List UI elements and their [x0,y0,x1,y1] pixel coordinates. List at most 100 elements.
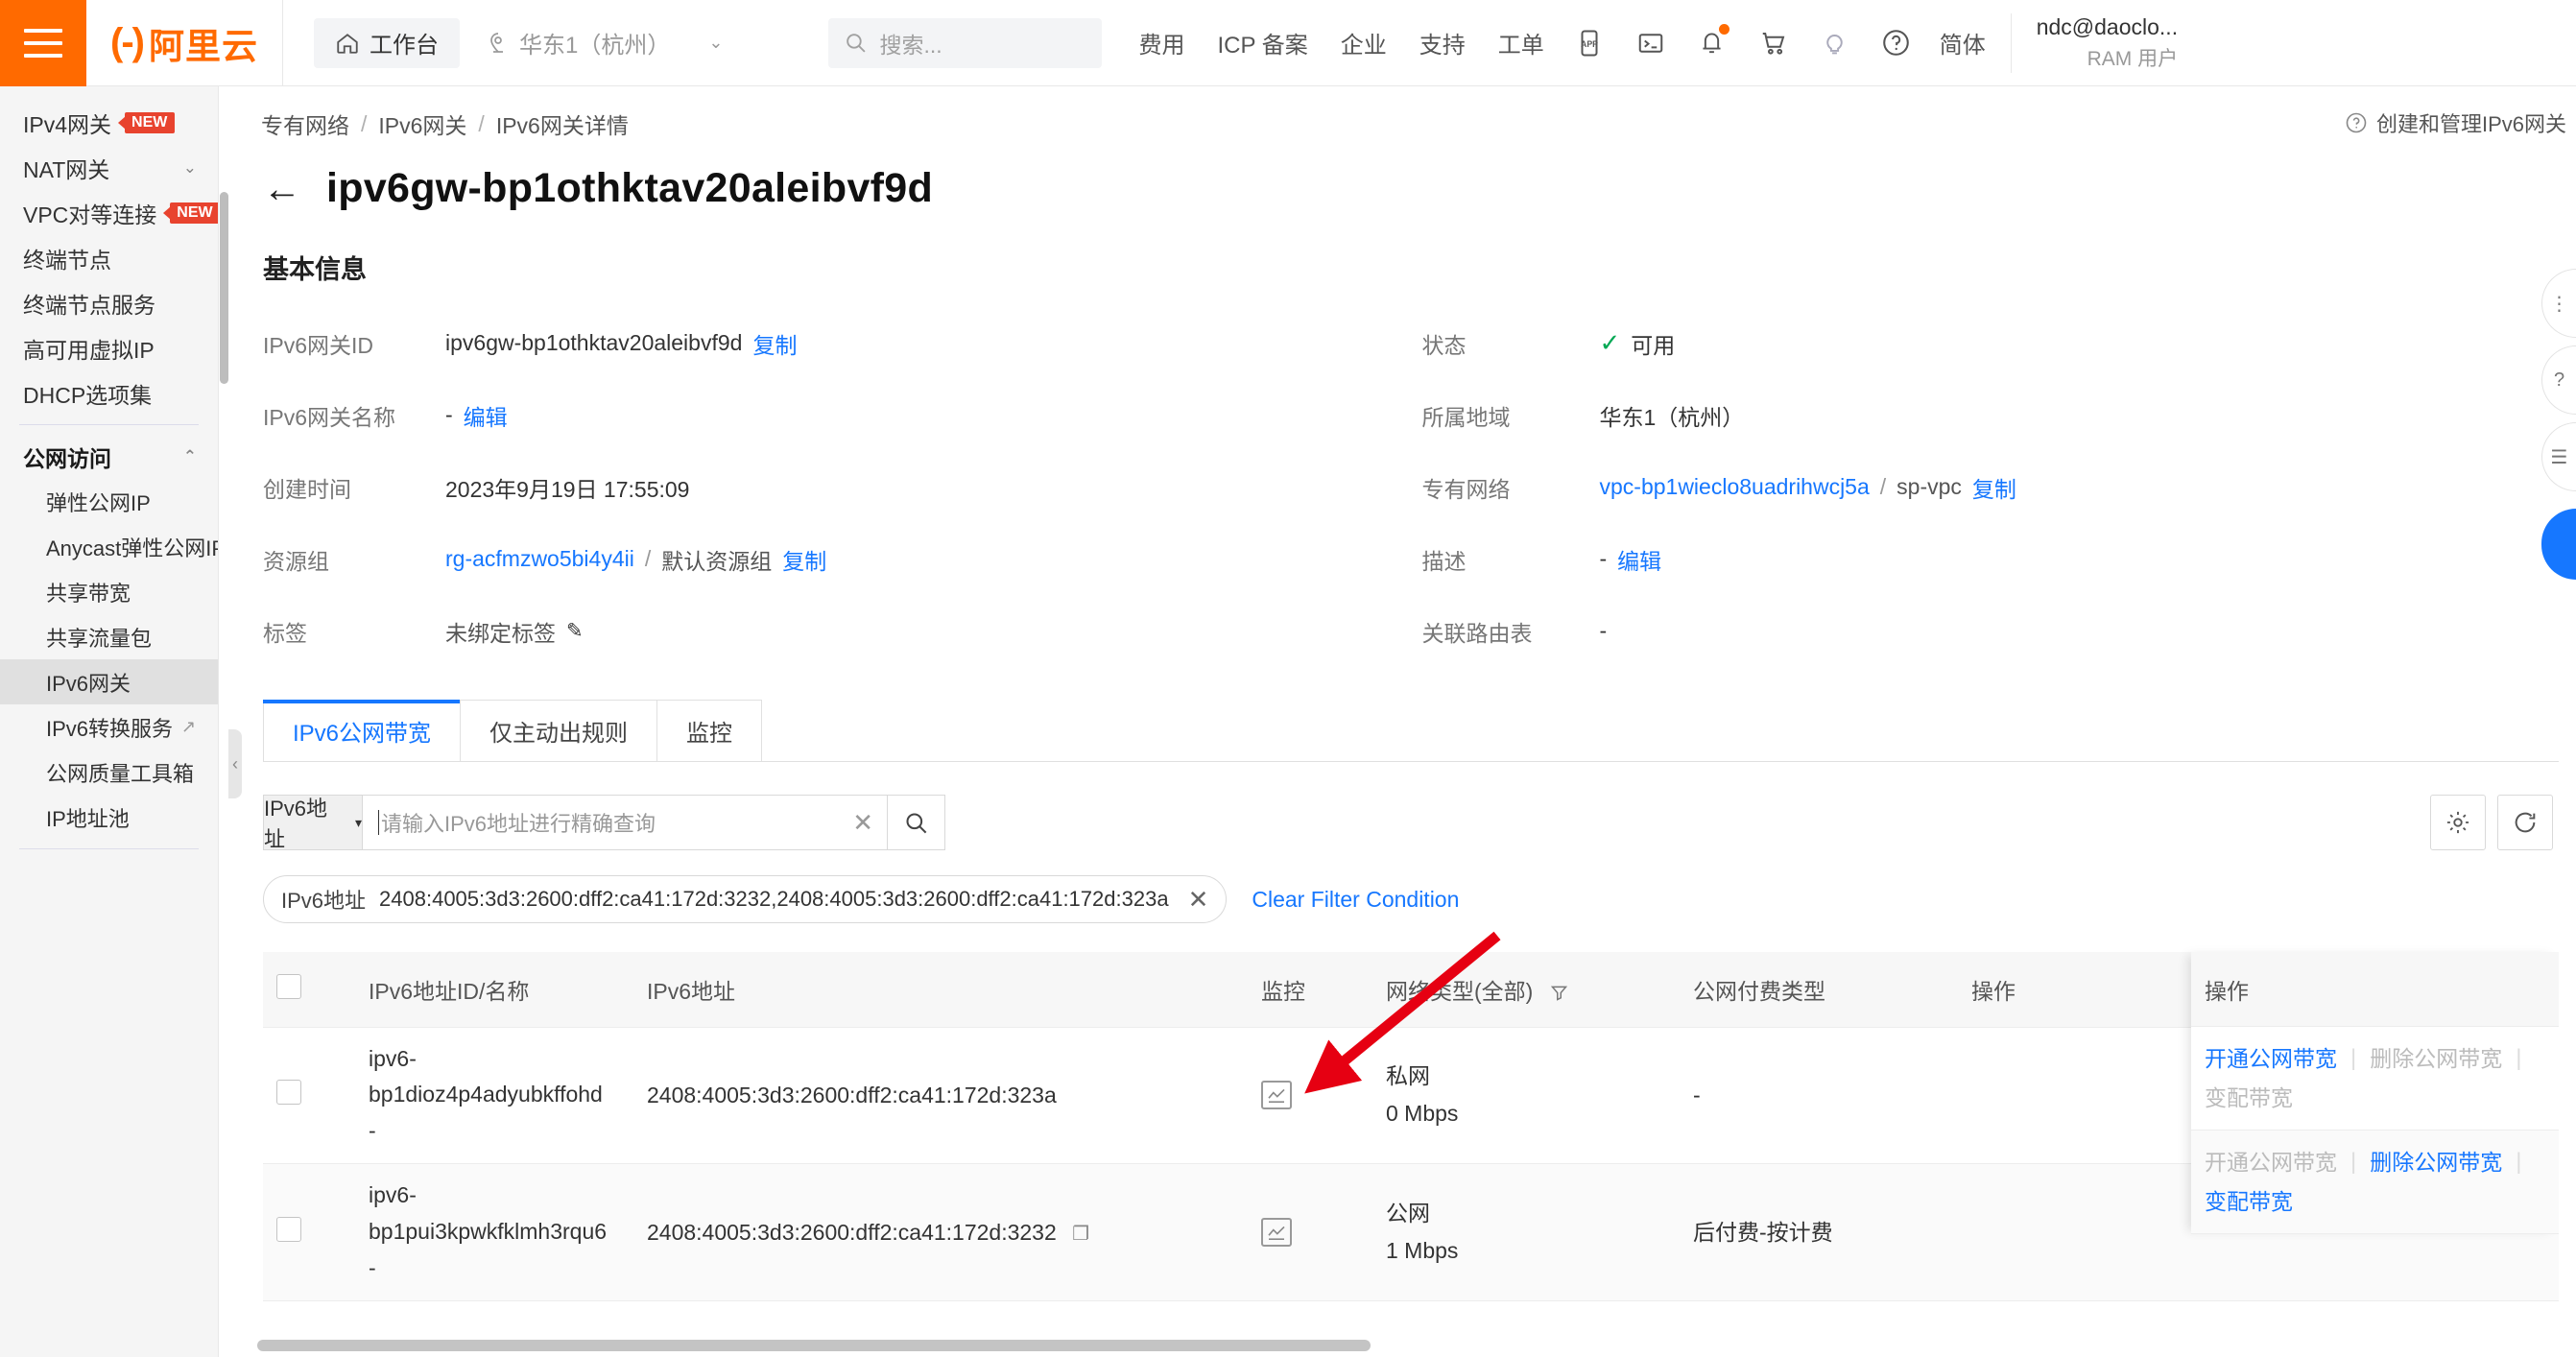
sidebar-item-nat-gateway[interactable]: NAT网关 ⌄ [0,145,218,190]
sidebar-item-shared-bandwidth[interactable]: 共享带宽 [0,569,218,614]
row-checkbox[interactable] [276,1080,301,1106]
sidebar-item-eip[interactable]: 弹性公网IP [0,479,218,524]
table-refresh-button[interactable] [2497,795,2553,850]
sidebar-item-ha-vip[interactable]: 高可用虚拟IP [0,325,218,370]
close-icon[interactable]: ✕ [852,808,873,838]
search-input[interactable]: 请输入IPv6地址进行精确查询 ✕ [362,795,887,850]
edit-gateway-name-button[interactable]: 编辑 [464,399,508,432]
sidebar-item-dhcp-options[interactable]: DHCP选项集 [0,370,218,416]
help-icon[interactable] [1880,27,1913,60]
user-account-menu[interactable]: ndc@daoclo... RAM 用户 [2010,12,2178,73]
sidebar-item-endpoint-service[interactable]: 终端节点服务 [0,280,218,325]
sidebar-item-ipv6-translation[interactable]: IPv6转换服务 ↗ [0,704,218,750]
filter-chip-ipv6-address[interactable]: IPv6地址 2408:4005:3d3:2600:dff2:ca41:172d… [263,875,1228,923]
info-value-region: 华东1（杭州） [1599,404,1745,430]
tab-ipv6-public-bandwidth[interactable]: IPv6公网带宽 [263,700,462,761]
action-separator: | [2350,1149,2357,1176]
location-pin-icon [490,32,503,53]
sidebar-item-ip-address-pool[interactable]: IP地址池 [0,795,218,840]
brand-logo[interactable]: (-) 阿里云 [86,0,283,86]
chart-icon[interactable] [1261,1218,1292,1248]
cart-icon[interactable] [1757,27,1790,60]
app-icon[interactable]: APP [1573,27,1606,60]
scrollbar-thumb[interactable] [257,1340,1371,1351]
copy-icon[interactable]: ❐ [1072,1224,1089,1245]
sticky-actions-cell: 开通公网带宽 | 删除公网带宽 | 变配带宽 [2191,1027,2559,1131]
sidebar-item-ipv4-gateway[interactable]: IPv4网关 NEW [0,100,218,145]
help-doc-link[interactable]: 创建和管理IPv6网关 [2345,107,2566,138]
basic-info-grid: IPv6网关ID ipv6gw-bp1othktav20aleibvf9d 复制… [242,307,2576,667]
copy-vpc-button[interactable]: 复制 [1972,471,2016,504]
info-value-resource-group: rg-acfmzwo5bi4y4ii / 默认资源组 复制 [445,523,1422,595]
global-search-input[interactable]: 搜索... [828,17,1103,68]
enable-public-bandwidth-button[interactable]: 开通公网带宽 [2205,1039,2337,1078]
nav-link-support[interactable]: 支持 [1419,26,1466,60]
nav-link-enterprise[interactable]: 企业 [1341,26,1387,60]
edit-description-button[interactable]: 编辑 [1617,543,1661,576]
bell-icon[interactable] [1696,23,1729,60]
nav-link-fee[interactable]: 费用 [1138,26,1184,60]
table-settings-button[interactable] [2430,795,2486,850]
info-label-vpc: 专有网络 [1421,476,1511,502]
copy-resource-group-button[interactable]: 复制 [782,543,826,576]
chart-icon[interactable] [1261,1081,1292,1110]
sidebar-collapse-handle[interactable]: ‹ [228,729,242,798]
chevron-down-icon: ▾ [354,814,362,830]
select-all-header [263,952,355,1028]
sidebar-item-anycast-eip[interactable]: Anycast弹性公网IP [0,524,218,569]
sidebar-group-public-access[interactable]: 公网访问 ⌃ [0,434,218,479]
sidebar-item-label: DHCP选项集 [23,382,153,408]
resource-group-id-link[interactable]: rg-acfmzwo5bi4y4ii [445,546,634,572]
sidebar-item-shared-traffic[interactable]: 共享流量包 [0,614,218,659]
language-switcher[interactable]: 简体 [1940,26,1986,60]
select-all-checkbox[interactable] [276,973,301,999]
cell-billing: - [1680,1027,1958,1165]
top-header: (-) 阿里云 工作台 华东1（杭州） ⌄ 搜索... 费用 ICP 备案 企业… [0,0,2576,86]
vpc-id-link[interactable]: vpc-bp1wieclo8uadrihwcj5a [1600,474,1870,500]
cell-id-name: ipv6-bp1pui3kpwkfklmh3rqu6 - [355,1163,633,1302]
cell-monitor [1248,1027,1372,1165]
nav-link-icp[interactable]: ICP 备案 [1217,26,1307,60]
lightbulb-icon[interactable] [1819,27,1851,60]
modify-bandwidth-button[interactable]: 变配带宽 [2205,1182,2293,1221]
menu-toggle-button[interactable] [0,0,86,86]
sidebar-item-network-quality-toolbox[interactable]: 公网质量工具箱 [0,750,218,795]
info-label-route-table: 关联路由表 [1421,620,1533,646]
action-separator: | [2350,1045,2357,1072]
filter-icon[interactable] [1549,983,1569,1003]
breadcrumb-separator: / [361,110,368,136]
sidebar-item-vpc-peering[interactable]: VPC对等连接 NEW [0,190,218,235]
terminal-icon[interactable] [1634,27,1667,60]
breadcrumb-item-detail[interactable]: IPv6网关详情 [496,107,629,140]
search-toolbar: IPv6地址 ▾ 请输入IPv6地址进行精确查询 ✕ [263,795,2576,851]
breadcrumb-item-vpc[interactable]: 专有网络 [261,107,349,140]
search-submit-button[interactable] [887,795,945,850]
row-checkbox[interactable] [276,1217,301,1243]
description-text: - [1599,546,1608,571]
search-field-select[interactable]: IPv6地址 ▾ [263,795,362,851]
info-label-create-time: 创建时间 [263,476,351,502]
back-arrow-icon[interactable]: ← [263,170,301,208]
tab-monitor[interactable]: 监控 [656,700,763,761]
close-icon[interactable]: ✕ [1188,885,1209,915]
delete-public-bandwidth-button[interactable]: 删除公网带宽 [2370,1143,2502,1181]
clear-filter-condition-button[interactable]: Clear Filter Condition [1252,887,1459,913]
info-label-tags: 标签 [263,620,307,646]
breadcrumb: 专有网络 / IPv6网关 / IPv6网关详情 [242,86,2576,140]
sidebar-divider [19,848,199,849]
column-header-net-type-label: 网络类型(全部) [1386,978,1534,1004]
region-selector[interactable]: 华东1（杭州） ⌄ [487,18,723,68]
breadcrumb-item-ipv6-gateway[interactable]: IPv6网关 [378,107,466,140]
hamburger-bar [24,53,62,58]
sidebar-item-endpoint[interactable]: 终端节点 [0,235,218,280]
tags-text: 未绑定标签 [445,620,556,646]
sidebar-item-ipv6-gateway[interactable]: IPv6网关 [0,659,218,704]
table-horizontal-scrollbar[interactable] [257,1340,2576,1351]
workbench-button[interactable]: 工作台 [314,17,460,68]
sidebar-scrollbar[interactable] [220,192,228,384]
help-doc-label: 创建和管理IPv6网关 [2375,112,2566,136]
tab-egress-only-rules[interactable]: 仅主动出规则 [460,700,658,761]
copy-gateway-id-button[interactable]: 复制 [752,327,797,360]
nav-link-ticket[interactable]: 工单 [1498,26,1544,60]
pencil-icon[interactable]: ✎ [566,619,584,643]
